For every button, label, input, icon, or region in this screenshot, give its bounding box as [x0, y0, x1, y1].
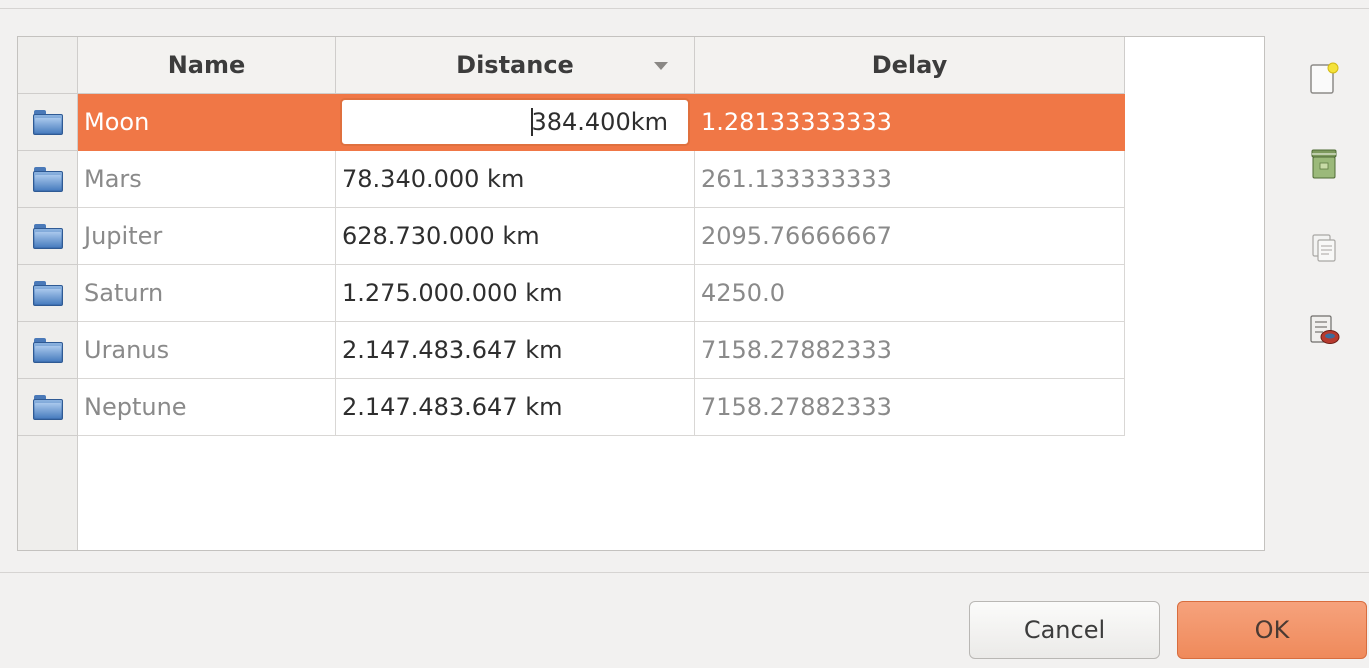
- cell-distance[interactable]: 78.340.000 km: [336, 151, 695, 208]
- table-row[interactable]: Moon 384.400km 1.28133333333: [18, 94, 1125, 151]
- duplicate-icon: [1312, 234, 1336, 262]
- cell-distance[interactable]: 384.400km: [336, 94, 695, 151]
- column-header-delay-label: Delay: [871, 51, 948, 79]
- cell-name[interactable]: Saturn: [78, 265, 336, 322]
- cell-delay[interactable]: 261.133333333: [695, 151, 1125, 208]
- table-row[interactable]: Mars 78.340.000 km 261.133333333: [18, 151, 1125, 208]
- ok-button-label: OK: [1254, 616, 1290, 644]
- cell-delay[interactable]: 7158.27882333: [695, 379, 1125, 436]
- row-header[interactable]: [18, 322, 78, 379]
- cancel-button-label: Cancel: [1023, 616, 1106, 644]
- folder-icon: [32, 337, 63, 363]
- new-item-icon: [1310, 62, 1339, 94]
- column-header-delay[interactable]: Delay: [695, 37, 1125, 94]
- properties-button[interactable]: [1306, 310, 1342, 350]
- cell-delay[interactable]: 7158.27882333: [695, 322, 1125, 379]
- row-header[interactable]: [18, 94, 78, 151]
- column-header-name[interactable]: Name: [78, 37, 336, 94]
- table-body: Moon 384.400km 1.28133333333 Mars 78.340…: [18, 94, 1125, 436]
- cell-name[interactable]: Moon: [78, 94, 336, 151]
- column-header-distance[interactable]: Distance: [336, 37, 695, 94]
- table-header: Name Distance Delay: [78, 37, 1125, 94]
- properties-icon: [1310, 315, 1340, 344]
- column-header-name-label: Name: [167, 51, 246, 79]
- cell-name[interactable]: Jupiter: [78, 208, 336, 265]
- sort-descending-icon: [654, 62, 668, 70]
- cell-delay[interactable]: 4250.0: [695, 265, 1125, 322]
- cell-distance[interactable]: 628.730.000 km: [336, 208, 695, 265]
- folder-icon: [32, 223, 63, 249]
- distance-edit-value: 384.400km: [531, 108, 668, 136]
- new-item-button[interactable]: [1306, 58, 1342, 98]
- cell-name[interactable]: Uranus: [78, 322, 336, 379]
- cell-name[interactable]: Mars: [78, 151, 336, 208]
- distance-edit-field[interactable]: 384.400km: [340, 98, 690, 146]
- top-divider: [0, 8, 1369, 9]
- row-header[interactable]: [18, 379, 78, 436]
- row-header[interactable]: [18, 208, 78, 265]
- remove-item-icon: [1311, 149, 1337, 179]
- table-row[interactable]: Jupiter 628.730.000 km 2095.76666667: [18, 208, 1125, 265]
- folder-icon: [32, 394, 63, 420]
- table-row[interactable]: Uranus 2.147.483.647 km 7158.27882333: [18, 322, 1125, 379]
- cell-distance[interactable]: 2.147.483.647 km: [336, 322, 695, 379]
- cell-distance[interactable]: 1.275.000.000 km: [336, 265, 695, 322]
- cell-name[interactable]: Neptune: [78, 379, 336, 436]
- folder-icon: [32, 280, 63, 306]
- remove-item-button[interactable]: [1306, 144, 1342, 184]
- ok-button[interactable]: OK: [1177, 601, 1367, 659]
- planets-table[interactable]: Name Distance Delay Moon 384.400km 1.281…: [17, 36, 1265, 551]
- table-row[interactable]: Saturn 1.275.000.000 km 4250.0: [18, 265, 1125, 322]
- cell-distance[interactable]: 2.147.483.647 km: [336, 379, 695, 436]
- row-header[interactable]: [18, 151, 78, 208]
- row-header[interactable]: [18, 265, 78, 322]
- folder-icon: [32, 166, 63, 192]
- cell-delay[interactable]: 2095.76666667: [695, 208, 1125, 265]
- folder-icon: [32, 109, 63, 135]
- duplicate-button[interactable]: [1306, 228, 1342, 268]
- cancel-button[interactable]: Cancel: [969, 601, 1160, 659]
- cell-delay[interactable]: 1.28133333333: [695, 94, 1125, 151]
- column-header-distance-label: Distance: [456, 51, 574, 79]
- bottom-divider: [0, 572, 1369, 573]
- table-corner: [18, 37, 78, 94]
- table-row[interactable]: Neptune 2.147.483.647 km 7158.27882333: [18, 379, 1125, 436]
